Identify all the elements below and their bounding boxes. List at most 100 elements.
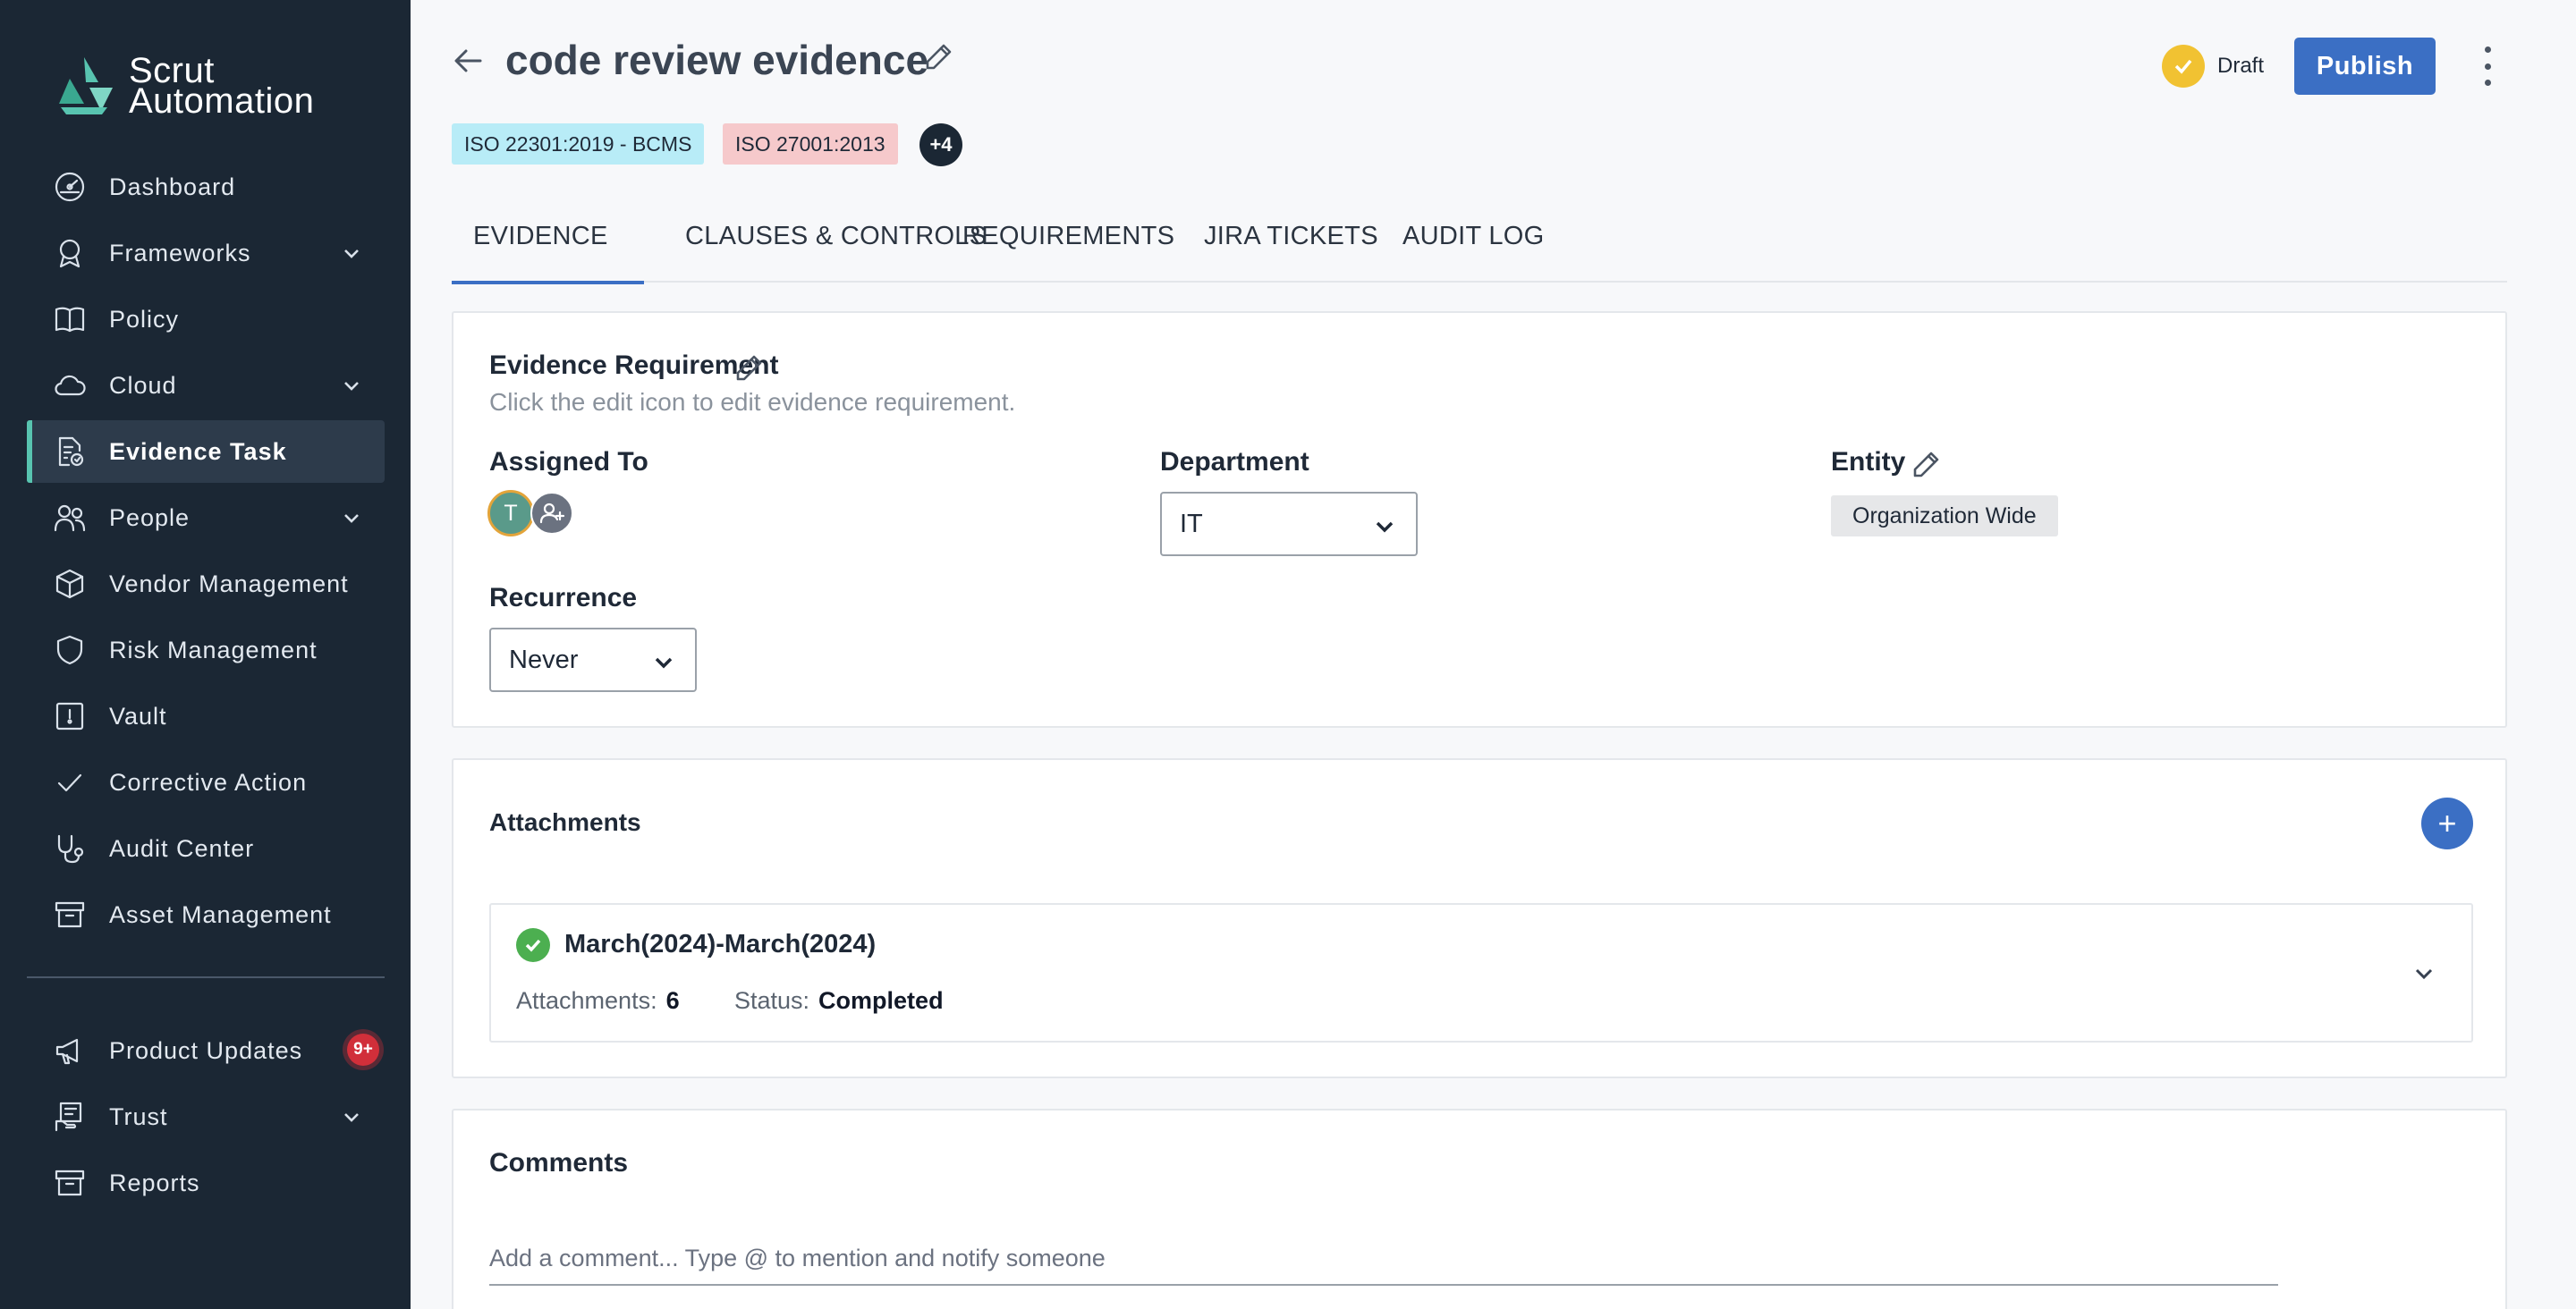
- sidebar-item-label: Cloud: [109, 371, 177, 399]
- page-title: code review evidence: [505, 37, 929, 83]
- chevron-down-icon[interactable]: [342, 376, 361, 395]
- people-icon: [52, 500, 88, 536]
- add-attachment-button[interactable]: +: [2421, 798, 2473, 849]
- recurrence-value: Never: [509, 645, 579, 674]
- sidebar-item-label: Asset Management: [109, 900, 332, 928]
- edit-entity-pencil-icon[interactable]: [1911, 449, 1942, 479]
- back-arrow-icon[interactable]: [450, 43, 486, 79]
- sidebar-item-risk-management[interactable]: Risk Management: [27, 619, 385, 681]
- box-icon: [52, 566, 88, 602]
- entity-chip: Organization Wide: [1831, 495, 2058, 536]
- more-options-icon[interactable]: [2470, 46, 2505, 86]
- more-tags-badge[interactable]: +4: [919, 123, 962, 166]
- publish-button[interactable]: Publish: [2294, 38, 2436, 95]
- cloud-icon: [52, 367, 88, 403]
- brand-logo[interactable]: Scrut Automation: [50, 52, 314, 120]
- sidebar-item-label: Trust: [109, 1102, 168, 1130]
- attachment-period: March(2024)-March(2024): [564, 930, 877, 959]
- sidebar-item-corrective-action[interactable]: Corrective Action: [27, 751, 385, 814]
- sidebar-item-label: Reports: [109, 1169, 200, 1196]
- status-meta-value: Completed: [818, 987, 944, 1014]
- sidebar-item-vendor-management[interactable]: Vendor Management: [27, 553, 385, 615]
- evidence-requirement-hint: Click the edit icon to edit evidence req…: [489, 388, 1016, 416]
- edit-requirement-pencil-icon[interactable]: [734, 352, 765, 383]
- sidebar-item-frameworks[interactable]: Frameworks: [27, 222, 385, 284]
- sidebar-item-label: Policy: [109, 305, 180, 333]
- comment-input[interactable]: [489, 1232, 2278, 1286]
- tab-requirements[interactable]: REQUIREMENTS: [962, 213, 1174, 283]
- attachments-card: Attachments + March(2024)-March(2024) At…: [452, 758, 2507, 1078]
- evidence-icon: [52, 434, 88, 469]
- sidebar-item-label: Product Updates: [109, 1036, 303, 1064]
- status-label: Draft: [2217, 54, 2265, 78]
- sidebar-item-label: Frameworks: [109, 239, 251, 266]
- framework-tag[interactable]: ISO 22301:2019 - BCMS: [452, 123, 705, 165]
- attachments-count-meta: Attachments: 6: [516, 987, 680, 1015]
- chevron-down-icon[interactable]: [342, 1107, 361, 1127]
- sidebar-item-people[interactable]: People: [27, 486, 385, 549]
- recurrence-label: Recurrence: [489, 583, 638, 612]
- sidebar: Scrut Automation Dashboard Frameworks Po…: [0, 0, 411, 1309]
- department-select[interactable]: IT: [1160, 492, 1418, 556]
- tab-clauses-controls[interactable]: CLAUSES & CONTROLS: [685, 213, 987, 283]
- check-icon: [52, 764, 88, 800]
- brand-line-2: Automation: [129, 81, 315, 121]
- chevron-down-icon[interactable]: [342, 508, 361, 528]
- sidebar-item-label: Vault: [109, 702, 167, 730]
- attachment-row[interactable]: March(2024)-March(2024) Attachments: 6 St…: [489, 903, 2473, 1043]
- add-assignee-icon[interactable]: [530, 492, 573, 535]
- chevron-down-icon[interactable]: [342, 243, 361, 263]
- sidebar-item-label: People: [109, 503, 191, 531]
- department-label: Department: [1160, 447, 1309, 477]
- sidebar-item-cloud[interactable]: Cloud: [27, 354, 385, 417]
- archive-icon: [52, 897, 88, 933]
- assignee-avatar[interactable]: T: [487, 490, 534, 536]
- edit-title-pencil-icon[interactable]: [924, 41, 954, 72]
- chevron-down-icon[interactable]: [2411, 960, 2437, 987]
- framework-tag[interactable]: ISO 27001:2013: [723, 123, 898, 165]
- scrut-logo-icon: [59, 57, 113, 114]
- shield-icon: [52, 632, 88, 668]
- sidebar-item-dashboard[interactable]: Dashboard: [27, 156, 385, 218]
- chevron-down-icon: [1373, 515, 1396, 538]
- entity-label: Entity: [1831, 447, 1906, 477]
- sidebar-item-reports[interactable]: Reports: [27, 1152, 385, 1214]
- sidebar-item-vault[interactable]: Vault: [27, 685, 385, 747]
- sidebar-nav: Dashboard Frameworks Policy Cloud Eviden…: [27, 156, 385, 950]
- brand-name: Scrut Automation: [129, 53, 315, 121]
- status-meta: Status: Completed: [734, 987, 944, 1015]
- sidebar-item-product-updates[interactable]: Product Updates 9+: [27, 1019, 385, 1082]
- vault-icon: [52, 698, 88, 734]
- assigned-to-label: Assigned To: [489, 447, 648, 477]
- sidebar-item-label: Audit Center: [109, 834, 255, 862]
- reports-icon: [52, 1165, 88, 1201]
- sidebar-item-label: Risk Management: [109, 636, 318, 663]
- attachments-title: Attachments: [489, 808, 641, 836]
- sidebar-item-evidence-task[interactable]: Evidence Task: [27, 420, 385, 483]
- attachments-count-label: Attachments:: [516, 987, 657, 1014]
- draft-status-icon: [2162, 45, 2205, 88]
- book-icon: [52, 301, 88, 337]
- chevron-down-icon: [652, 651, 675, 674]
- evidence-requirement-card: Evidence Requirement Click the edit icon…: [452, 311, 2507, 728]
- sidebar-item-asset-management[interactable]: Asset Management: [27, 883, 385, 946]
- comments-card: Comments: [452, 1109, 2507, 1309]
- tab-audit-log[interactable]: AUDIT LOG: [1402, 213, 1544, 283]
- sidebar-bottom-nav: Product Updates 9+ Trust Reports: [27, 1019, 385, 1218]
- sidebar-item-label: Evidence Task: [109, 437, 287, 465]
- recurrence-select[interactable]: Never: [489, 628, 697, 692]
- tab-bar: EVIDENCE CLAUSES & CONTROLS REQUIREMENTS…: [452, 213, 2507, 284]
- notification-badge: 9+: [347, 1034, 379, 1066]
- dashboard-icon: [52, 169, 88, 205]
- sidebar-item-trust[interactable]: Trust: [27, 1085, 385, 1148]
- tab-evidence[interactable]: EVIDENCE: [452, 213, 644, 284]
- completed-check-icon: [516, 928, 550, 962]
- award-icon: [52, 235, 88, 271]
- sidebar-item-audit-center[interactable]: Audit Center: [27, 817, 385, 880]
- megaphone-icon: [52, 1033, 88, 1068]
- main-content: code review evidence ISO 22301:2019 - BC…: [411, 0, 2576, 1309]
- sidebar-item-policy[interactable]: Policy: [27, 288, 385, 350]
- tab-jira-tickets[interactable]: JIRA TICKETS: [1204, 213, 1378, 283]
- comments-title: Comments: [489, 1148, 629, 1178]
- sidebar-item-label: Vendor Management: [109, 570, 349, 597]
